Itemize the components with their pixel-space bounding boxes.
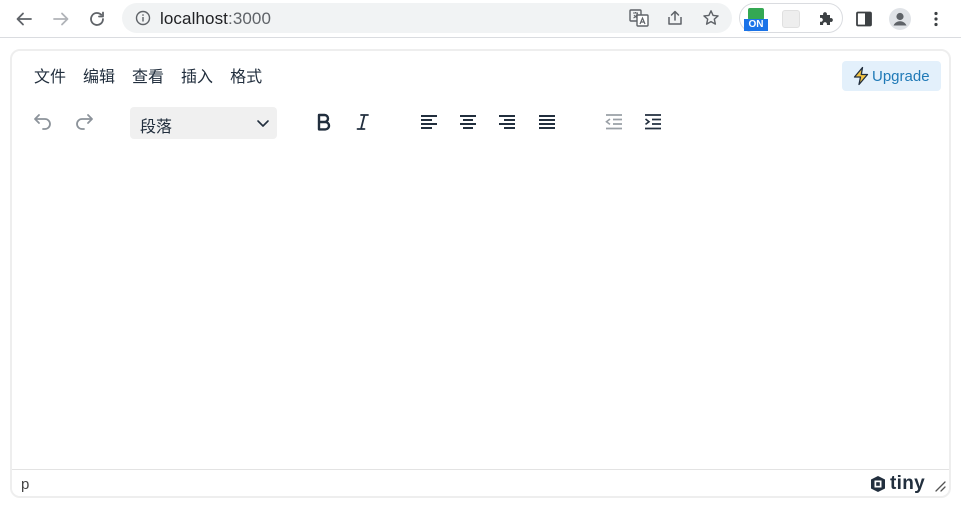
share-icon[interactable] [664, 7, 686, 29]
element-path[interactable]: p [21, 476, 29, 493]
reload-icon [90, 11, 104, 26]
tiny-brand-link[interactable]: tiny [869, 473, 925, 495]
browser-toolbar: localhost:3000 ON [0, 0, 961, 38]
align-left-icon [421, 115, 437, 129]
italic-button[interactable] [346, 105, 380, 139]
align-justify-icon [539, 115, 555, 129]
back-button[interactable] [10, 5, 38, 33]
bookmark-star-icon[interactable] [700, 7, 722, 29]
translate-icon[interactable] [628, 7, 650, 29]
bold-button[interactable] [307, 105, 341, 139]
align-right-button[interactable] [490, 105, 524, 139]
redo-button[interactable] [67, 105, 101, 139]
reload-button[interactable] [83, 5, 111, 33]
url-host: localhost [160, 9, 228, 28]
editor-menubar: 文件 编辑 查看 插入 格式 [26, 65, 271, 91]
menu-view[interactable]: 查看 [124, 65, 172, 91]
outdent-button[interactable] [597, 105, 631, 139]
site-info-icon[interactable] [132, 7, 154, 29]
extension-placeholder-icon[interactable] [782, 10, 800, 28]
resize-handle-icon[interactable] [934, 480, 946, 492]
undo-button[interactable] [26, 105, 60, 139]
profile-avatar-icon[interactable] [886, 5, 914, 33]
outdent-icon [605, 114, 622, 130]
bold-icon [317, 113, 331, 131]
editor-toolbar: 段落 [12, 105, 949, 141]
italic-icon [356, 114, 369, 130]
menu-insert[interactable]: 插入 [173, 65, 221, 91]
rich-text-editor: 文件 编辑 查看 插入 格式 Upgrade 段落 p tiny [10, 49, 951, 498]
align-right-icon [499, 115, 515, 129]
upgrade-label: Upgrade [872, 67, 930, 85]
extensions-group: ON [739, 3, 843, 33]
align-center-icon [460, 115, 476, 129]
indent-button[interactable] [636, 105, 670, 139]
arrow-right-icon [53, 12, 69, 26]
align-justify-button[interactable] [530, 105, 564, 139]
lightning-icon [853, 66, 869, 86]
extension-badge: ON [744, 19, 768, 31]
url-text: localhost:3000 [160, 9, 271, 29]
extension-on-button[interactable]: ON [744, 7, 768, 31]
brand-label: tiny [890, 473, 925, 494]
side-panel-icon[interactable] [850, 5, 878, 33]
arrow-left-icon [16, 12, 32, 26]
chevron-down-icon [257, 120, 269, 127]
tiny-logo-icon [871, 476, 885, 492]
browser-menu-icon[interactable] [922, 5, 950, 33]
menu-file[interactable]: 文件 [26, 65, 74, 91]
upgrade-button[interactable]: Upgrade [842, 61, 941, 91]
align-left-button[interactable] [412, 105, 446, 139]
extensions-puzzle-icon[interactable] [816, 9, 836, 29]
undo-icon [34, 114, 51, 130]
editor-header: 文件 编辑 查看 插入 格式 Upgrade 段落 [12, 51, 949, 150]
align-center-button[interactable] [451, 105, 485, 139]
editor-content-area[interactable] [12, 150, 949, 470]
indent-icon [645, 114, 661, 130]
block-format-value: 段落 [140, 119, 173, 136]
editor-statusbar: p tiny [12, 469, 949, 496]
address-bar[interactable]: localhost:3000 [122, 3, 732, 33]
menu-edit[interactable]: 编辑 [75, 65, 123, 91]
menu-format[interactable]: 格式 [222, 65, 270, 91]
forward-button[interactable] [47, 5, 75, 33]
redo-icon [76, 114, 93, 130]
block-format-select[interactable]: 段落 [130, 107, 277, 139]
url-port: :3000 [228, 9, 272, 28]
